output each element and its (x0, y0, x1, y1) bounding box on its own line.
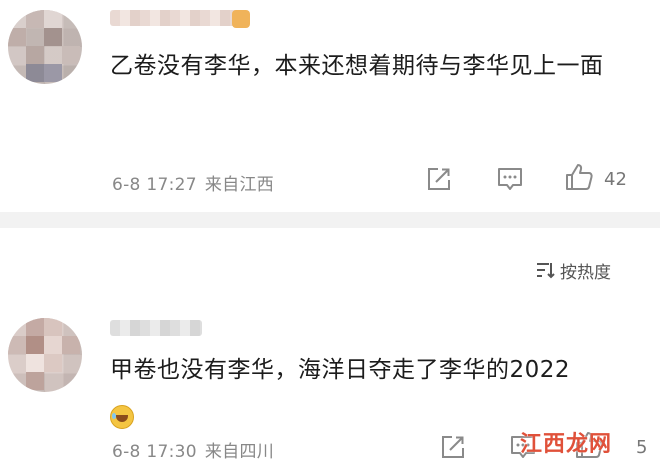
avatar[interactable] (8, 318, 82, 392)
comment-time: 6-8 17:27 (112, 175, 197, 195)
comment-text: 乙卷没有李华，本来还想着期待与李华见上一面 (110, 53, 604, 79)
comment-location: 来自江西 (204, 175, 275, 195)
avatar[interactable] (8, 10, 82, 84)
reply-button[interactable] (495, 164, 525, 194)
sort-label: 按热度 (560, 262, 611, 283)
comment-text-body: 甲卷也没有李华，海洋日夺走了李华的2022 (110, 357, 571, 383)
laughing-tears-emoji-icon (110, 404, 134, 429)
comment-meta: 6-8 17:27 来自江西 (112, 170, 274, 195)
comment-item: 乙卷没有李华，本来还想着期待与李华见上一面 6-8 17:27 来自江西 42 (0, 0, 660, 212)
username[interactable] (110, 10, 238, 26)
like-count: 5 (636, 437, 648, 458)
thumbs-up-icon (566, 164, 593, 190)
username[interactable] (110, 320, 202, 336)
comment-icon (498, 168, 522, 190)
like-count: 42 (604, 169, 627, 190)
section-divider (0, 212, 660, 228)
sort-button[interactable]: 按热度 (536, 258, 611, 283)
comment-meta: 6-8 17:30 来自四川 (112, 437, 274, 462)
comment-location: 来自四川 (204, 442, 275, 462)
comment-time: 6-8 17:30 (112, 442, 197, 462)
watermark-logo: 江西龙网 (520, 431, 613, 457)
like-button[interactable] (564, 162, 594, 192)
share-button[interactable] (438, 432, 468, 462)
user-badge-icon (232, 10, 250, 28)
comment-text: 甲卷也没有李华，海洋日夺走了李华的2022 (110, 348, 630, 436)
share-icon (442, 436, 464, 458)
share-button[interactable] (424, 164, 454, 194)
sort-icon (537, 263, 555, 279)
share-icon (428, 168, 450, 190)
